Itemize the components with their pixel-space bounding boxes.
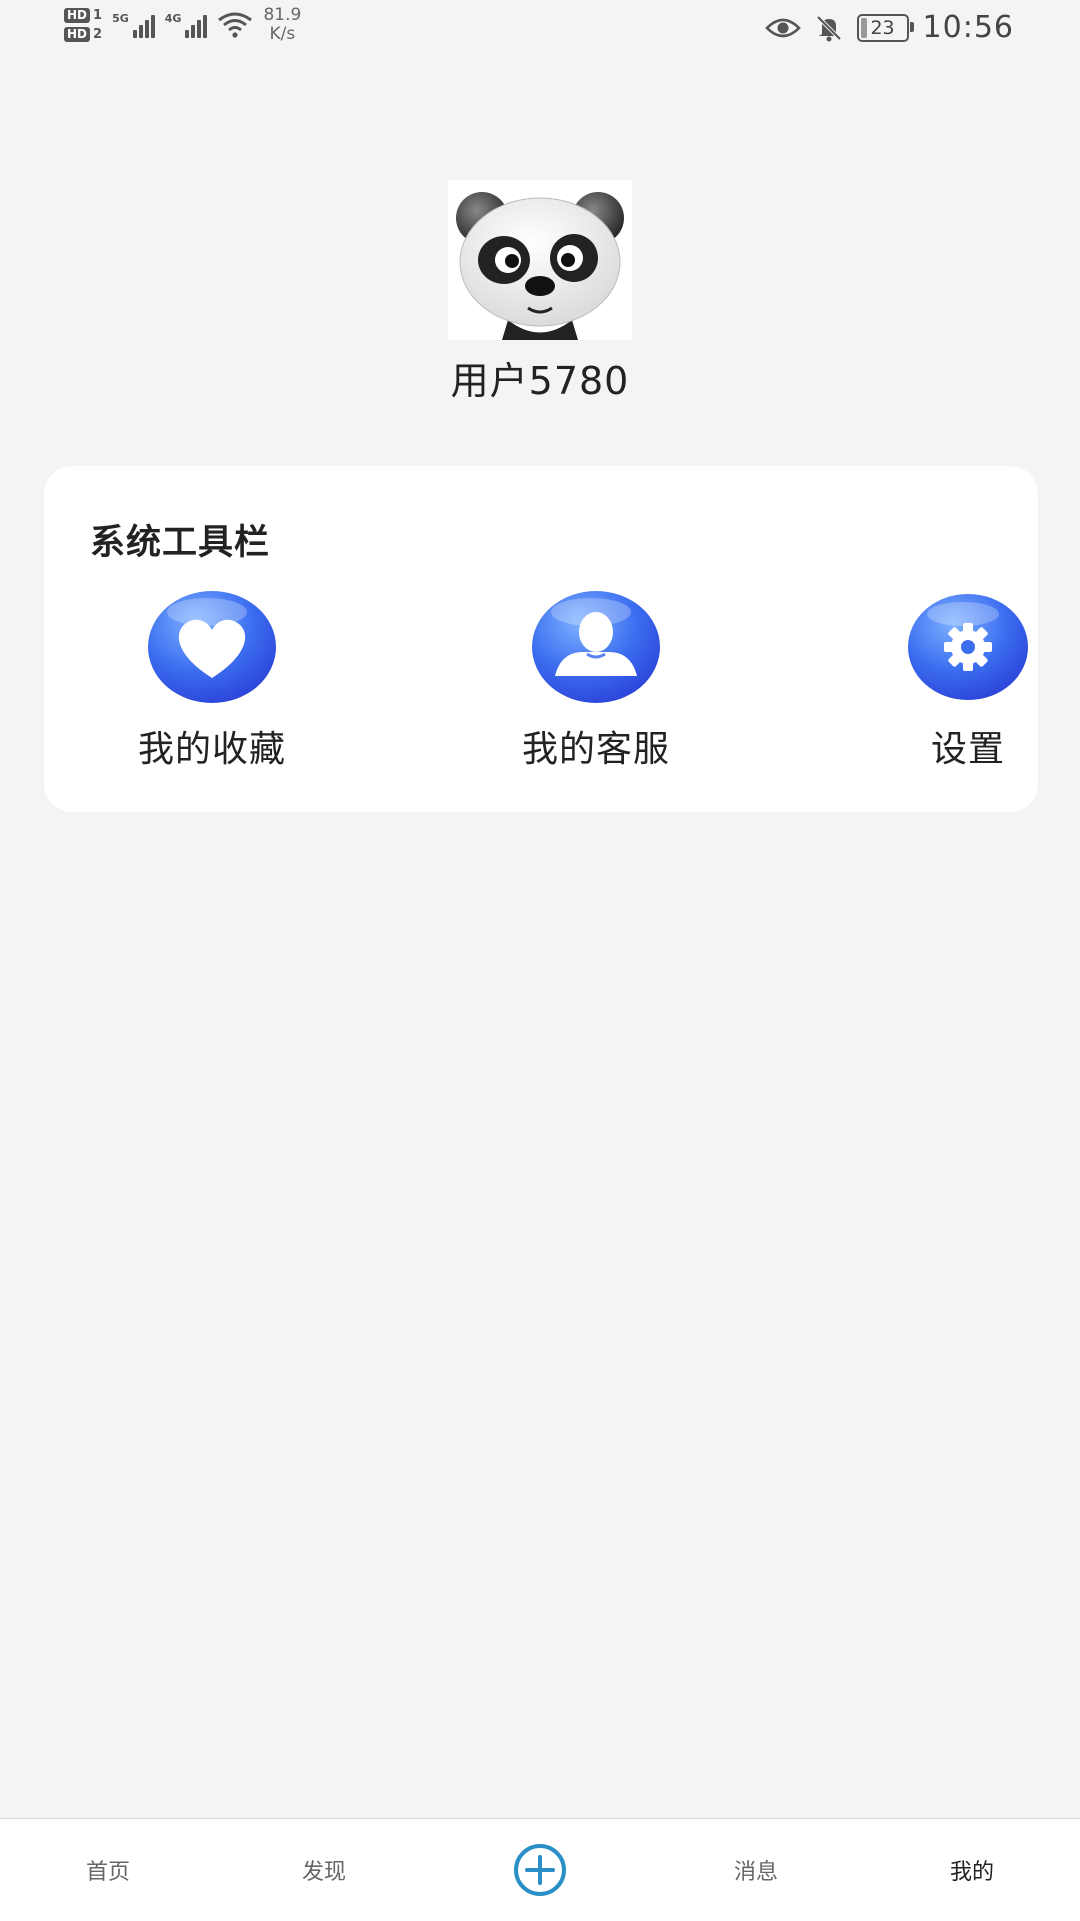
- bottom-nav: 首页 发现 消息 我的: [0, 1818, 1080, 1921]
- nav-add-button[interactable]: [480, 1819, 600, 1921]
- signal-icon: 5G: [112, 12, 155, 38]
- system-tools-card: 系统工具栏 我的收藏 我的客服 设置: [44, 466, 1038, 812]
- tool-label: 设置: [930, 729, 1005, 770]
- plus-circle-icon: [514, 1844, 566, 1896]
- gear-icon: [908, 594, 1028, 700]
- nav-home[interactable]: 首页: [48, 1819, 168, 1921]
- nav-mine[interactable]: 我的: [912, 1819, 1032, 1921]
- card-title: 系统工具栏: [90, 523, 271, 563]
- panda-avatar[interactable]: [448, 180, 632, 340]
- status-time: 10:56: [922, 10, 1014, 45]
- status-bar: HD 1 HD 2 5G 4G 81.9 K/s 23 10:56: [0, 0, 1080, 60]
- my-favorites-button[interactable]: 我的收藏: [112, 590, 312, 772]
- network-speed: 81.9 K/s: [263, 5, 302, 44]
- signal-icon: 4G: [165, 12, 208, 38]
- mute-bell-icon: [816, 15, 841, 41]
- profile-header: 用户5780: [0, 180, 1080, 405]
- settings-button[interactable]: 设置: [868, 590, 1068, 772]
- heart-icon: [148, 591, 276, 703]
- nav-discover[interactable]: 发现: [264, 1819, 384, 1921]
- tool-label: 我的收藏: [137, 729, 286, 770]
- nav-messages[interactable]: 消息: [696, 1819, 816, 1921]
- tool-label: 我的客服: [521, 729, 670, 770]
- user-icon: [532, 591, 660, 703]
- battery-icon: 23: [856, 13, 914, 42]
- wifi-icon: [218, 12, 253, 38]
- customer-service-button[interactable]: 我的客服: [496, 590, 696, 772]
- username: 用户5780: [450, 359, 630, 403]
- eye-icon: [764, 18, 801, 37]
- sim2-indicator: HD 2: [64, 27, 102, 42]
- sim1-indicator: HD 1: [64, 8, 102, 23]
